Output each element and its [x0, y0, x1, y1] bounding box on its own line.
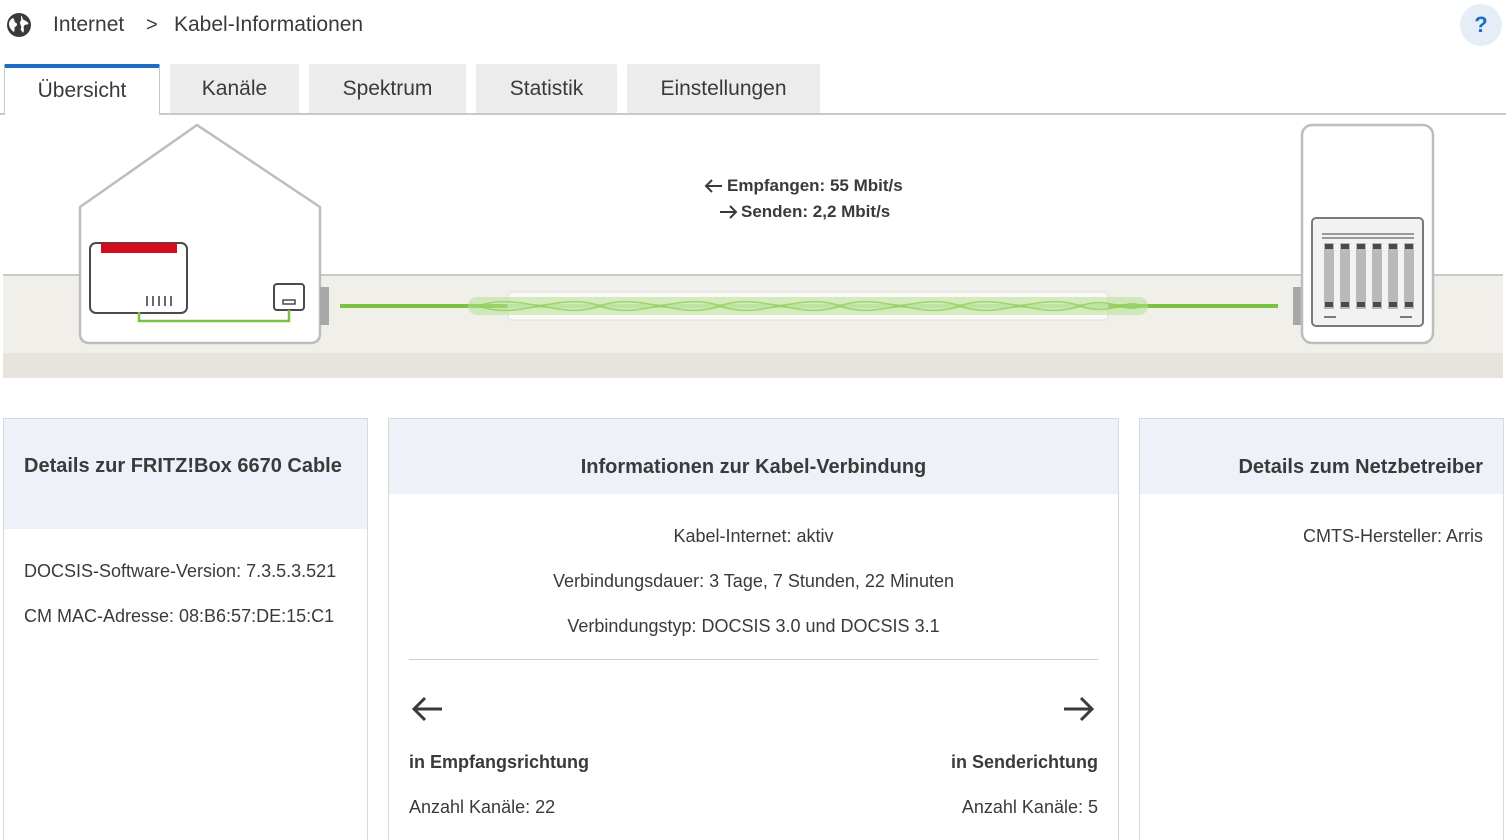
docsis-software-version: DOCSIS-Software-Version: 7.3.5.3.521 — [24, 561, 337, 581]
upstream-arrow-icon — [720, 205, 738, 219]
cm-mac-address: CM MAC-Adresse: 08:B6:57:DE:15:C1 — [24, 606, 335, 626]
connection-illustration: Empfangen: 55 Mbit/s Senden: 2,2 Mbit/s — [0, 115, 1506, 380]
connection-info-title: Informationen zur Kabel-Verbindung — [389, 419, 1118, 494]
upstream-rate: Senden: 2,2 Mbit/s — [741, 202, 891, 221]
help-button[interactable]: ? — [1460, 4, 1502, 46]
tab-statistik[interactable]: Statistik — [476, 64, 617, 114]
arrow-right-icon — [1064, 696, 1095, 722]
downstream-channel-count: Anzahl Kanäle: 22 — [409, 797, 556, 817]
cable-internet-status: Kabel-Internet: aktiv — [673, 526, 834, 546]
downstream-direction-title: in Empfangsrichtung — [409, 752, 589, 772]
connection-type: Verbindungstyp: DOCSIS 3.0 und DOCSIS 3.… — [567, 616, 940, 636]
globe-icon — [7, 13, 31, 37]
upstream-direction-title: in Senderichtung — [950, 752, 1098, 772]
illustration-graphic — [3, 123, 1503, 378]
upstream-channel-count: Anzahl Kanäle: 5 — [961, 797, 1098, 817]
cmts-manufacturer: CMTS-Hersteller: Arris — [1302, 526, 1483, 546]
tab-bar: Übersicht Kanäle Spektrum Statistik Eins… — [0, 64, 1506, 115]
operator-details-card: Details zum Netzbetreiber CMTS-Herstelle… — [1139, 418, 1504, 840]
device-details-title: Details zur FRITZ!Box 6670 Cable — [4, 419, 367, 529]
cmts-tower-icon — [1293, 123, 1435, 345]
downstream-arrow-icon — [704, 179, 722, 193]
breadcrumb-separator: > — [146, 14, 158, 36]
downstream-rate: Empfangen: 55 Mbit/s — [727, 176, 903, 195]
ground-shadow — [3, 353, 1503, 378]
tab-einstellungen[interactable]: Einstellungen — [627, 64, 820, 114]
device-details-card: Details zur FRITZ!Box 6670 Cable DOCSIS-… — [3, 418, 368, 840]
tab-spektrum[interactable]: Spektrum — [309, 64, 466, 114]
arrow-left-icon — [411, 696, 442, 722]
breadcrumb-internet[interactable]: Internet — [53, 12, 124, 38]
connection-duration: Verbindungsdauer: 3 Tage, 7 Stunden, 22 … — [553, 571, 954, 591]
tab-uebersicht[interactable]: Übersicht — [4, 64, 160, 115]
house-icon — [78, 123, 329, 345]
header: Internet > Kabel-Informationen ? — [0, 0, 1506, 52]
breadcrumb-kabel-informationen: Kabel-Informationen — [174, 13, 364, 36]
divider — [409, 659, 1098, 660]
operator-details-title: Details zum Netzbetreiber — [1140, 419, 1503, 494]
tab-kanaele[interactable]: Kanäle — [170, 64, 299, 114]
connection-info-card: Informationen zur Kabel-Verbindung Kabel… — [388, 418, 1119, 840]
